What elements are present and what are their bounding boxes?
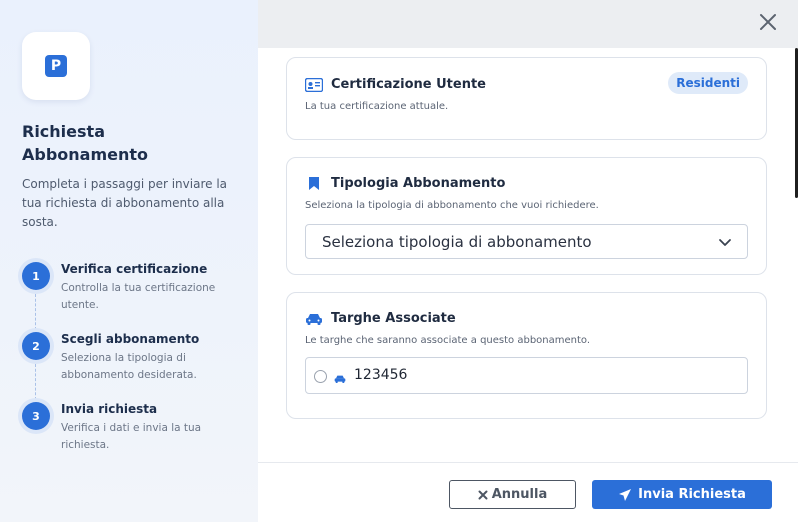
- submit-label: Invia Richiesta: [638, 487, 746, 502]
- sidebar-description: Completa i passaggi per inviare la tua r…: [22, 177, 228, 229]
- steps-list: 1 Verifica certificazione Controlla la t…: [22, 260, 242, 470]
- step-description: Verifica i dati e invia la tua richiesta…: [61, 422, 202, 451]
- step-description: Controlla la tua certificazione utente.: [61, 282, 216, 311]
- certification-title: Certificazione Utente: [331, 77, 486, 92]
- certification-card: Certificazione Utente Residenti La tua c…: [286, 57, 767, 140]
- step-number: 1: [22, 262, 50, 290]
- step-number: 3: [22, 402, 50, 430]
- send-icon: [619, 488, 632, 501]
- step-item: 1 Verifica certificazione Controlla la t…: [22, 260, 242, 330]
- close-icon: [478, 490, 488, 499]
- bookmark-icon: [305, 177, 323, 191]
- step-description: Seleziona la tipologia di abbonamento de…: [61, 352, 197, 381]
- step-connector: [35, 364, 36, 400]
- sidebar-panel: P Richiesta Abbonamento Completa i passa…: [0, 0, 258, 522]
- close-button[interactable]: [756, 12, 780, 36]
- step-item: 3 Invia richiesta Verifica i dati e invi…: [22, 400, 242, 470]
- step-connector: [35, 294, 36, 330]
- step-title: Invia richiesta: [61, 402, 158, 416]
- dialog-panel: Certificazione Utente Residenti La tua c…: [258, 0, 798, 522]
- dialog-footer: Annulla Invia Richiesta: [258, 462, 798, 522]
- select-value: Seleziona tipologia di abbonamento: [322, 233, 592, 251]
- step-title: Scegli abbonamento: [61, 332, 200, 346]
- plates-card: Targhe Associate Le targhe che saranno a…: [286, 292, 767, 419]
- subscription-type-select[interactable]: Seleziona tipologia di abbonamento: [305, 224, 748, 259]
- car-icon: [305, 312, 323, 326]
- cancel-button[interactable]: Annulla: [449, 480, 576, 509]
- certification-subtitle: La tua certificazione attuale.: [305, 101, 449, 112]
- sidebar-title: Richiesta Abbonamento: [22, 122, 149, 164]
- app-logo: P: [22, 32, 90, 100]
- plates-title: Targhe Associate: [331, 311, 456, 326]
- plate-number: 123456: [354, 367, 408, 383]
- plates-header: Targhe Associate: [305, 311, 456, 326]
- step-item: 2 Scegli abbonamento Seleziona la tipolo…: [22, 330, 242, 400]
- certification-header: Certificazione Utente: [305, 77, 486, 92]
- status-badge: Residenti: [668, 72, 748, 94]
- parking-icon: P: [45, 55, 67, 77]
- subscription-type-subtitle: Seleziona la tipologia di abbonamento ch…: [305, 200, 599, 211]
- subscription-type-header: Tipologia Abbonamento: [305, 176, 505, 191]
- id-card-icon: [305, 77, 323, 92]
- plate-option[interactable]: 123456: [305, 357, 748, 394]
- subscription-type-title: Tipologia Abbonamento: [331, 176, 506, 191]
- plate-radio[interactable]: [314, 370, 327, 383]
- close-icon: [760, 14, 776, 30]
- submit-button[interactable]: Invia Richiesta: [592, 480, 772, 509]
- plates-subtitle: Le targhe che saranno associate a questo…: [305, 335, 591, 346]
- chevron-down-icon: [719, 239, 731, 246]
- dialog-header: [258, 0, 798, 48]
- step-number: 2: [22, 332, 50, 360]
- step-title: Verifica certificazione: [61, 262, 208, 276]
- car-icon: [334, 369, 346, 388]
- cancel-label: Annulla: [491, 487, 548, 502]
- subscription-type-card: Tipologia Abbonamento Seleziona la tipol…: [286, 157, 767, 275]
